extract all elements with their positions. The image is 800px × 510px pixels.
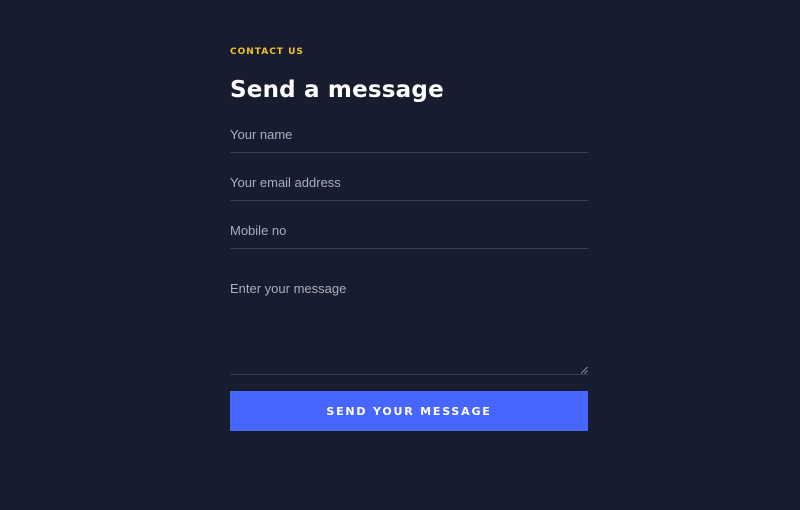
name-field-wrapper xyxy=(230,116,588,153)
form-title: Send a message xyxy=(230,77,444,103)
mobile-field-wrapper xyxy=(230,212,588,249)
send-message-button[interactable]: SEND YOUR MESSAGE xyxy=(230,391,588,431)
section-eyebrow: CONTACT US xyxy=(230,47,304,57)
contact-form: CONTACT US Send a message SEND YOUR MESS… xyxy=(230,45,588,431)
message-field-wrapper xyxy=(230,260,588,375)
resize-handle-icon[interactable] xyxy=(580,366,588,374)
email-field-wrapper xyxy=(230,164,588,201)
message-textarea[interactable] xyxy=(230,260,588,374)
mobile-input[interactable] xyxy=(230,212,588,248)
name-input[interactable] xyxy=(230,116,588,152)
email-input[interactable] xyxy=(230,164,588,200)
